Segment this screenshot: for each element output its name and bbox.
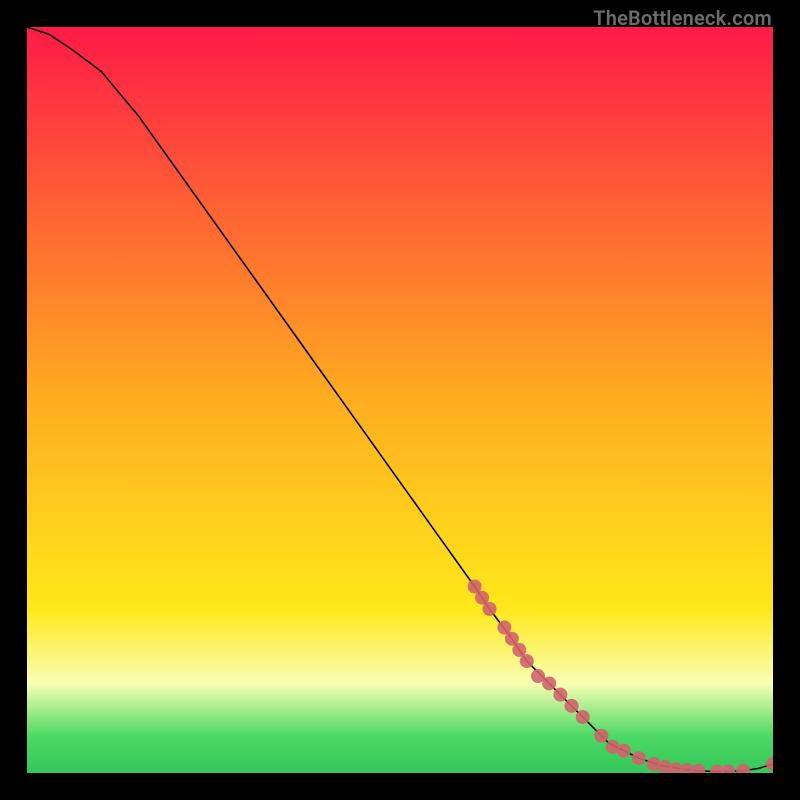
chart-stage: TheBottleneck.com <box>0 0 800 800</box>
data-point <box>553 688 567 702</box>
data-point <box>632 751 646 765</box>
data-point <box>565 699 579 713</box>
watermark-label: TheBottleneck.com <box>593 6 772 30</box>
data-point <box>520 654 534 668</box>
data-point <box>483 602 497 616</box>
gradient-background <box>27 27 773 773</box>
data-point <box>617 744 631 758</box>
plot-area <box>27 27 773 773</box>
data-point <box>576 710 590 724</box>
data-point <box>542 676 556 690</box>
chart-svg <box>27 27 773 773</box>
data-point <box>594 729 608 743</box>
